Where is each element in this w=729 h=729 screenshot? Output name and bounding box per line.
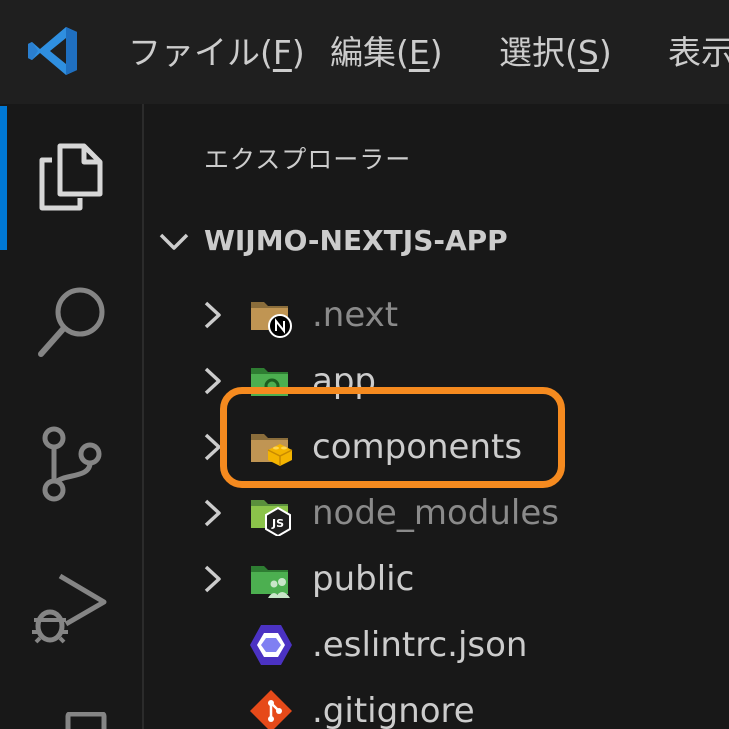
vscode-window: ファイル(F) 編集(E) 選択(S) 表示 エクスプローラー WIJMO-NE…: [0, 0, 729, 729]
workspace-root-label: WIJMO-NEXTJS-APP: [204, 224, 508, 257]
title-bar: ファイル(F) 編集(E) 選択(S) 表示: [0, 0, 729, 104]
eslint-file-icon: [250, 625, 292, 665]
tree-item-label: public: [312, 559, 415, 599]
svg-text:JS: JS: [271, 517, 284, 530]
chevron-down-icon: [159, 233, 189, 250]
tree-item-label: .next: [312, 295, 399, 335]
chevron-right-icon: [204, 367, 221, 395]
menu-selection[interactable]: 選択(S): [499, 28, 612, 78]
explorer-title: エクスプローラー: [204, 145, 412, 174]
tree-item-label: .eslintrc.json: [312, 625, 528, 665]
workspace-root[interactable]: WIJMO-NEXTJS-APP: [144, 212, 729, 276]
activity-bar: [0, 104, 144, 729]
chevron-right-icon: [204, 499, 221, 527]
source-control-icon[interactable]: [40, 426, 102, 502]
highlight-annotation: [220, 387, 565, 488]
menu-view[interactable]: 表示: [668, 28, 729, 78]
tree-item-label: node_modules: [312, 493, 559, 533]
chevron-right-icon: [204, 565, 221, 593]
menu-edit[interactable]: 編集(E): [330, 28, 443, 78]
vscode-logo-icon: [28, 27, 77, 75]
tree-item-gitignore[interactable]: .gitignore: [144, 678, 729, 729]
git-file-icon: [250, 690, 292, 729]
chevron-right-icon: [204, 301, 221, 329]
tree-item-label: .gitignore: [312, 691, 475, 729]
explorer-icon[interactable]: [38, 142, 104, 212]
extensions-icon[interactable]: [60, 712, 112, 729]
search-icon[interactable]: [36, 284, 108, 360]
tree-item-next[interactable]: .next: [144, 282, 729, 348]
public-folder-icon: [251, 566, 290, 598]
node-modules-folder-icon: JS: [251, 500, 291, 536]
tree-item-public[interactable]: public: [144, 546, 729, 612]
tree-item-eslintrc[interactable]: .eslintrc.json: [144, 612, 729, 678]
menu-file[interactable]: ファイル(F): [128, 28, 305, 78]
nextjs-folder-icon: [251, 302, 292, 338]
active-indicator: [0, 106, 7, 250]
run-debug-icon[interactable]: [30, 572, 110, 648]
tree-item-node-modules[interactable]: JS node_modules: [144, 480, 729, 546]
